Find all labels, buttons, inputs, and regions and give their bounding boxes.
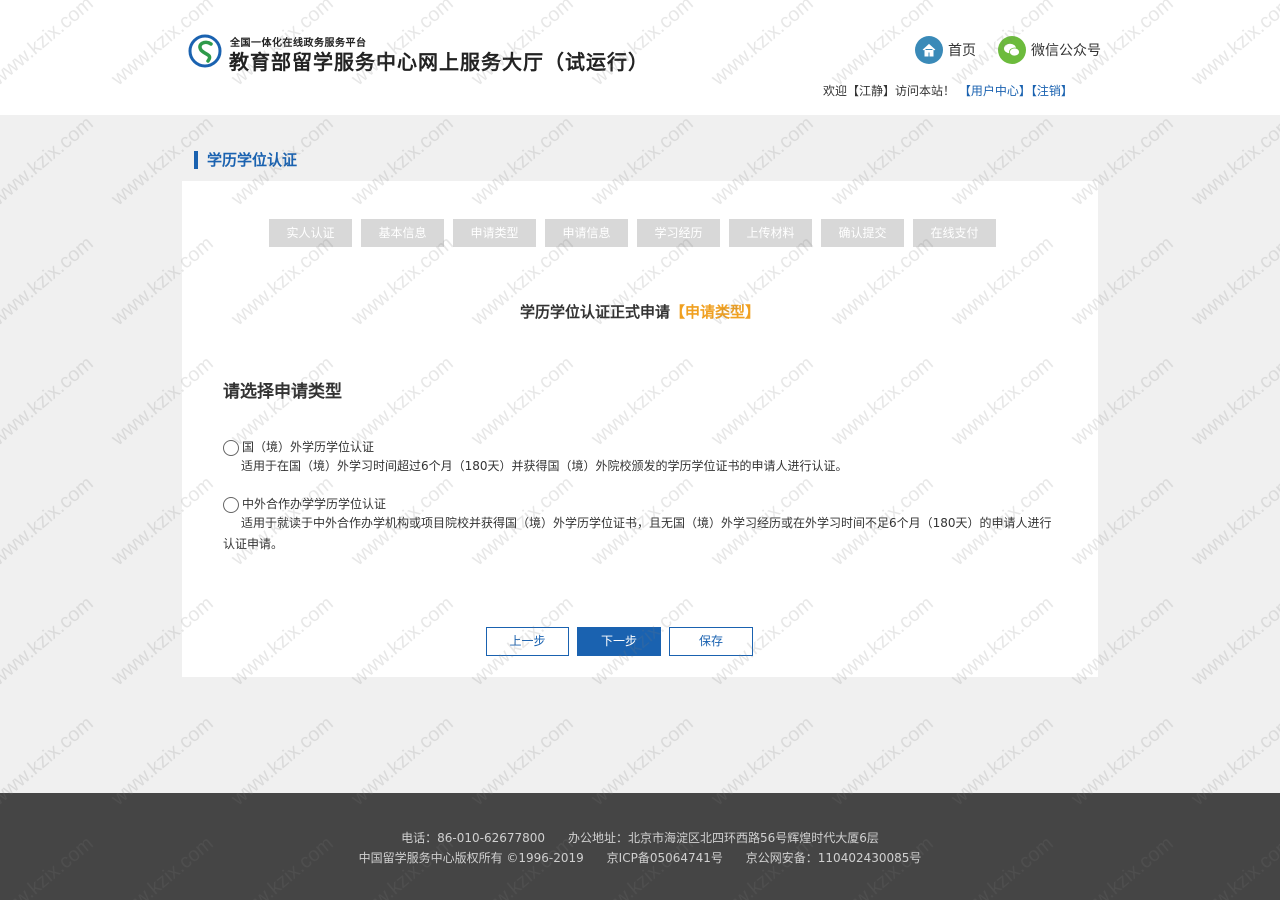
watermark-text: www.kzix.com (1187, 232, 1280, 330)
home-link[interactable]: 首页 (915, 36, 976, 64)
next-step-button[interactable]: 下一步 (577, 627, 661, 656)
watermark-text: www.kzix.com (0, 112, 98, 210)
option-label: 中外合作办学学历学位认证 (242, 496, 387, 511)
option-description: 适用于就读于中外合作办学机构或项目院校并获得国（境）外学历学位证书，且无国（境）… (223, 516, 1052, 551)
step-study-history[interactable]: 学习经历 (637, 219, 720, 247)
step-basic-info[interactable]: 基本信息 (361, 219, 444, 247)
wechat-link[interactable]: 微信公众号 (998, 36, 1101, 64)
footer-contact: 电话：86-010-62677800 办公地址：北京市海淀区北四环西路56号辉煌… (401, 831, 879, 845)
option-foreign-degree: 国（境）外学历学位认证 适用于在国（境）外学习时间超过6个月（180天）并获得国… (223, 437, 1053, 477)
wechat-icon (998, 36, 1026, 64)
watermark-text: www.kzix.com (0, 352, 98, 450)
wechat-label: 微信公众号 (1031, 43, 1101, 59)
step-real-name-auth[interactable]: 实人认证 (269, 219, 352, 247)
footer-copyright: 中国留学服务中心版权所有 ©1996-2019 京ICP备05064741号 京… (358, 851, 922, 865)
site-title: 教育部留学服务中心网上服务大厅（试运行） (229, 50, 649, 74)
page-heading: 学历学位认证正式申请【申请类型】 (182, 301, 1098, 322)
application-card: 实人认证 基本信息 申请类型 申请信息 学习经历 上传材料 确认提交 在线支付 … (182, 181, 1098, 677)
home-label: 首页 (948, 43, 976, 59)
prev-step-button[interactable]: 上一步 (486, 627, 569, 656)
site-footer: 电话：86-010-62677800 办公地址：北京市海淀区北四环西路56号辉煌… (0, 793, 1280, 900)
page-heading-accent: 【申请类型】 (670, 303, 761, 321)
page-heading-main: 学历学位认证正式申请 (519, 303, 670, 321)
home-icon (915, 36, 943, 64)
watermark-text: www.kzix.com (1187, 112, 1280, 210)
site-logo-icon (188, 34, 222, 68)
watermark-text: www.kzix.com (1187, 472, 1280, 570)
user-center-link[interactable]: 【用户中心】 (959, 84, 1031, 98)
welcome-bar: 欢迎【江静】访问本站！ 【用户中心】【注销】 (823, 82, 1073, 99)
radio-sino-foreign-degree[interactable] (223, 496, 239, 513)
step-application-info[interactable]: 申请信息 (545, 219, 628, 247)
save-button[interactable]: 保存 (669, 627, 753, 656)
section-title: 学历学位认证 (194, 151, 297, 169)
watermark-text: www.kzix.com (0, 232, 98, 330)
welcome-suffix: 】访问本站！ (883, 84, 956, 98)
step-upload-materials[interactable]: 上传材料 (729, 219, 812, 247)
user-name: 江静 (859, 84, 884, 98)
logout-link[interactable]: 【注销】 (1031, 84, 1073, 98)
watermark-text: www.kzix.com (1187, 592, 1280, 690)
site-header: 全国一体化在线政务服务平台 教育部留学服务中心网上服务大厅（试运行） 首页 微信… (0, 0, 1280, 115)
welcome-prefix: 欢迎【 (823, 84, 860, 98)
watermark-text: www.kzix.com (0, 592, 98, 690)
choose-type-title: 请选择申请类型 (223, 382, 342, 402)
watermark-text: www.kzix.com (1187, 352, 1280, 450)
step-confirm-submit[interactable]: 确认提交 (821, 219, 904, 247)
option-description: 适用于在国（境）外学习时间超过6个月（180天）并获得国（境）外院校颁发的学历学… (241, 459, 848, 473)
step-application-type[interactable]: 申请类型 (453, 219, 536, 247)
option-label: 国（境）外学历学位认证 (242, 439, 375, 454)
step-online-payment[interactable]: 在线支付 (913, 219, 996, 247)
watermark-text: www.kzix.com (0, 472, 98, 570)
radio-foreign-degree[interactable] (223, 439, 239, 456)
option-sino-foreign-degree: 中外合作办学学历学位认证 适用于就读于中外合作办学机构或项目院校并获得国（境）外… (223, 494, 1053, 555)
form-actions: 上一步 下一步 保存 (486, 627, 753, 656)
step-nav: 实人认证 基本信息 申请类型 申请信息 学习经历 上传材料 确认提交 在线支付 (269, 219, 996, 247)
